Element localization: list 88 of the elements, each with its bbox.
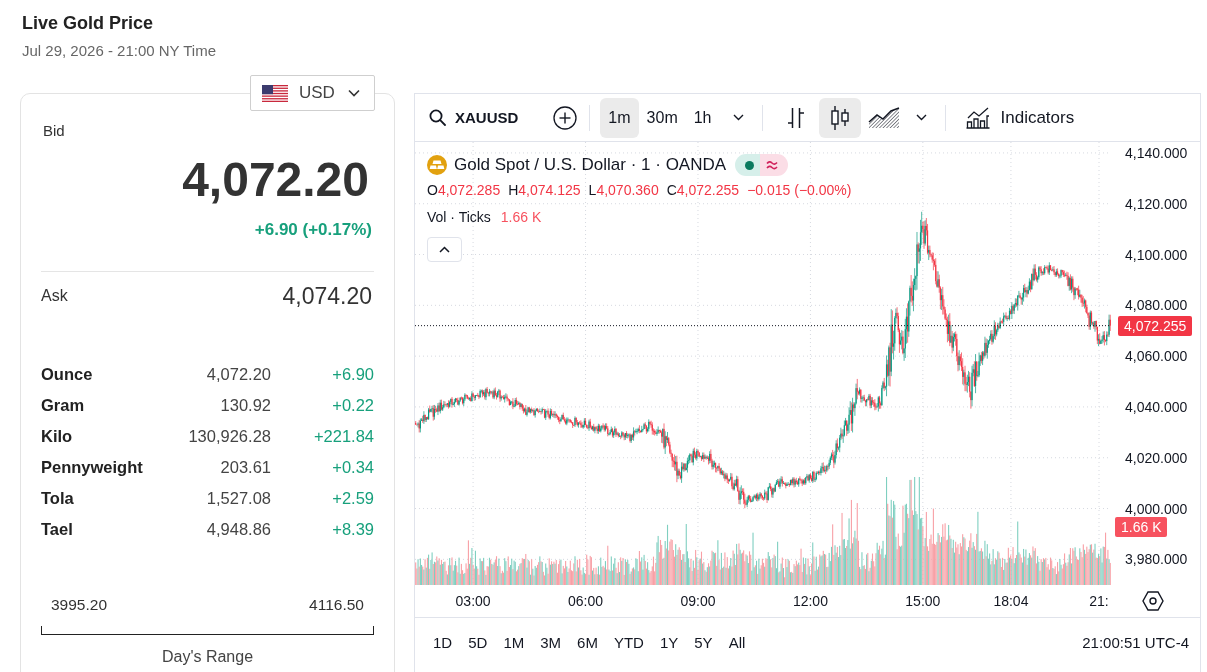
unit-change: +2.59 (332, 489, 374, 508)
unit-price: 130,926.28 (188, 427, 271, 446)
interval-button[interactable]: 1h (685, 97, 720, 138)
unit-name: Tael (41, 520, 73, 539)
unit-price: 4,072.20 (206, 365, 271, 384)
range-label: Day's Range (161, 647, 254, 667)
time-axis-label: 21: (1089, 592, 1109, 610)
range-low: 3995.20 (51, 595, 108, 615)
time-axis-label: 06:00 (568, 592, 604, 610)
unit-name: Kilo (41, 427, 73, 446)
range-button[interactable]: 1M (495, 626, 533, 658)
interval-button[interactable]: 1m (600, 97, 639, 138)
time-axis-label: 03:00 (455, 592, 491, 610)
chart-type-button[interactable] (818, 97, 861, 138)
price-axis-label: 4,020.000 (1125, 448, 1188, 467)
ohlc-key: C (666, 181, 677, 199)
date-time-text: Jul 29, 2026 - 21:00 NY Time (22, 42, 216, 60)
ohlc-key: H (508, 181, 519, 199)
unit-change: +6.90 (332, 365, 374, 384)
price-axis-label: 4,100.000 (1125, 245, 1188, 264)
unit-name: Pennyweight (41, 458, 143, 477)
flag-icon (262, 84, 288, 102)
bar-change: −0.015 (−0.00%) (747, 181, 852, 199)
page-title: Live Gold Price (22, 12, 154, 34)
price-change: +6.90 (+0.17%) (254, 219, 372, 241)
time-axis-label: 18:04 (993, 592, 1029, 610)
plus-circle-icon (553, 105, 578, 130)
time-axis-label: 15:00 (905, 592, 941, 610)
area-chart-icon (867, 106, 900, 129)
ingot-icon (427, 155, 447, 175)
unit-name: Ounce (41, 365, 93, 384)
unit-name: Gram (41, 396, 85, 415)
ohlc-bars-icon (785, 105, 806, 130)
unit-price: 203.61 (220, 458, 271, 477)
search-icon (429, 109, 446, 126)
ohlc-key: O (427, 181, 438, 199)
status-pill[interactable] (735, 154, 789, 176)
range-button[interactable]: 1Y (651, 626, 687, 658)
chevron-down-icon (733, 114, 744, 121)
range-button[interactable]: 1D (425, 626, 461, 658)
price-axis-label: 4,140.000 (1125, 144, 1188, 162)
time-axis-label: 12:00 (792, 592, 828, 610)
price-axis-label: 3,980.000 (1125, 550, 1188, 569)
candlestick-icon (829, 104, 850, 131)
wave-icon (766, 160, 779, 170)
unit-change: +221.84 (313, 427, 374, 446)
status-dot-icon (745, 160, 755, 170)
chevron-down-icon (348, 89, 360, 97)
ohlc-value: 4,072.255 (676, 181, 740, 199)
range-high: 4116.50 (309, 595, 364, 615)
price-axis-label: 4,120.000 (1125, 194, 1188, 213)
last-price-badge: 4,072.255 (1118, 315, 1193, 336)
chevron-down-icon (916, 114, 927, 121)
unit-price: 130.92 (220, 396, 271, 415)
ask-price: 4,074.20 (282, 282, 372, 310)
indicators-button[interactable]: Indicators (959, 97, 1081, 138)
ohlc-value: 4,072.285 (437, 181, 501, 199)
symbol-search-button[interactable]: XAUUSD (426, 97, 522, 138)
symbol-title: Gold Spot / U.S. Dollar · 1 · OANDA (454, 154, 727, 176)
price-axis-label: 4,040.000 (1125, 398, 1188, 416)
interval-button[interactable]: 30m (638, 97, 686, 138)
unit-change: +0.34 (332, 458, 374, 477)
bid-price: 4,072.20 (182, 153, 369, 207)
unit-name: Tola (41, 489, 74, 508)
clock-text: 21:00:51 UTC-4 (1082, 633, 1189, 651)
bar-chart-icon (965, 106, 990, 129)
range-button[interactable]: 6M (569, 626, 606, 658)
settings-icon[interactable] (1141, 591, 1164, 611)
unit-price: 1,527.08 (206, 489, 271, 508)
range-button[interactable]: 3M (532, 626, 570, 658)
range-button[interactable]: All (720, 626, 754, 658)
unit-change: +0.22 (332, 396, 374, 415)
range-button[interactable]: 5D (460, 626, 496, 658)
currency-dropdown[interactable]: USD (250, 75, 375, 111)
price-axis-label: 4,000.000 (1125, 499, 1188, 518)
time-axis-label: 09:00 (680, 592, 716, 610)
range-button[interactable]: 5Y (686, 626, 721, 658)
price-axis-label: 4,080.000 (1125, 296, 1188, 315)
price-axis-label: 4,060.000 (1125, 347, 1188, 366)
range-button[interactable]: YTD (605, 626, 652, 658)
ohlc-key: L (588, 181, 597, 199)
ohlc-value: 4,070.360 (596, 181, 659, 199)
unit-price: 4,948.86 (206, 520, 271, 539)
volume-badge: 1.66 K (1115, 517, 1168, 537)
ohlc-value: 4,074.125 (518, 181, 581, 199)
ask-label: Ask (41, 287, 68, 305)
bid-label: Bid (42, 121, 65, 141)
unit-change: +8.39 (332, 520, 374, 539)
